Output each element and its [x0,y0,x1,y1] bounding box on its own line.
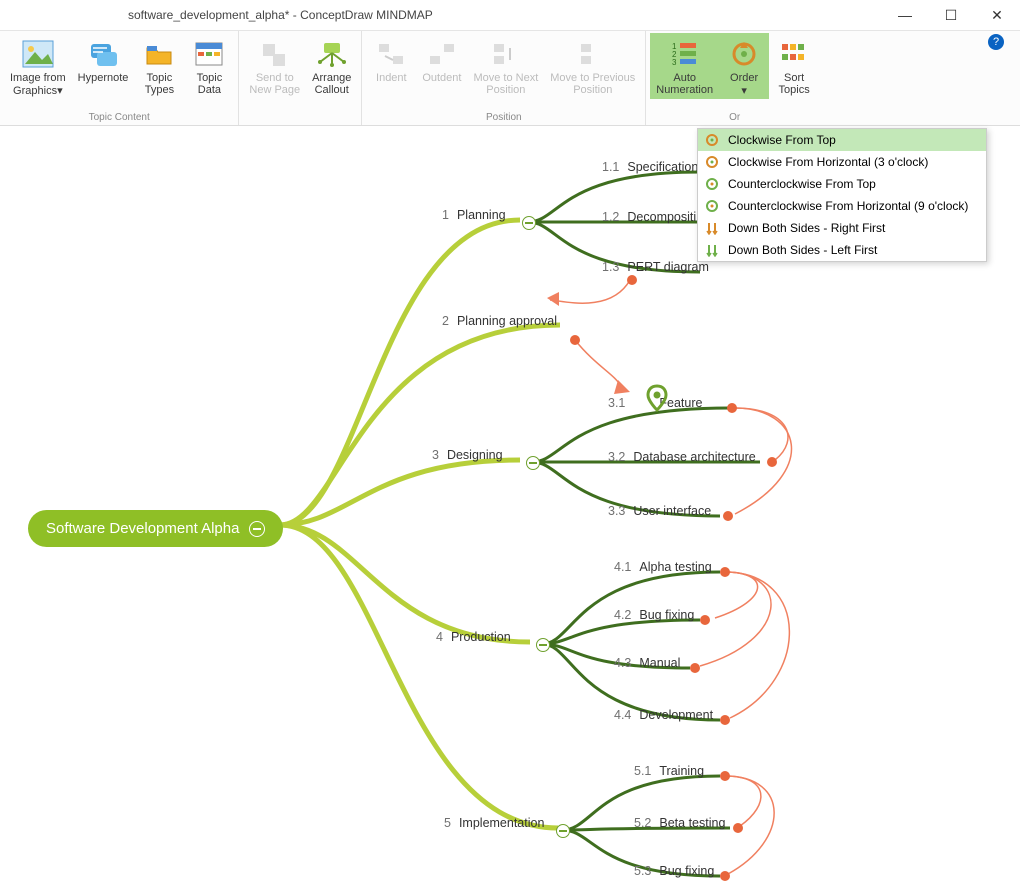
window-title: software_development_alpha* - ConceptDra… [128,8,433,22]
menu-item-down-right[interactable]: Down Both Sides - Right First [698,217,986,239]
move-next-icon [489,37,523,71]
order-option-icon [702,198,722,214]
menu-item-cw-horiz[interactable]: Clockwise From Horizontal (3 o'clock) [698,151,986,173]
order-option-icon [702,176,722,192]
topic-leaf[interactable]: 4.3Manual [614,656,680,670]
topic-planning[interactable]: 1Planning [442,208,506,222]
topic-leaf[interactable]: 5.1Training [634,764,704,778]
topic-designing[interactable]: 3Designing [432,448,503,462]
topic-implementation[interactable]: 5Implementation [444,816,544,830]
topic-production[interactable]: 4Production [436,630,511,644]
svg-text:3: 3 [672,58,677,67]
minimize-button[interactable]: — [882,0,928,30]
collapse-icon[interactable] [556,824,570,838]
topic-leaf[interactable]: 4.1Alpha testing [614,560,712,574]
topic-leaf[interactable]: 1.2Decompositi [602,210,696,224]
topic-leaf[interactable]: 1.3PERT diagram [602,260,709,274]
group-label-order: Or [729,112,740,125]
collapse-icon[interactable] [522,216,536,230]
folder-icon [142,37,176,71]
topic-leaf[interactable]: 1.1Specification [602,160,698,174]
sort-topics-button[interactable]: Sort Topics [769,33,819,99]
topic-data-icon [192,37,226,71]
auto-numeration-button[interactable]: 123Auto Numeration [650,33,719,99]
order-option-icon [702,242,722,258]
order-dropdown-menu: Clockwise From Top Clockwise From Horizo… [697,128,987,262]
hypernote-icon [86,37,120,71]
sort-icon [777,37,811,71]
order-option-icon [702,154,722,170]
menu-item-cw-top[interactable]: Clockwise From Top [698,129,986,151]
topic-data-button[interactable]: Topic Data [184,33,234,99]
collapse-icon[interactable] [249,521,265,537]
auto-numeration-icon: 123 [668,37,702,71]
topic-leaf[interactable]: 4.4Development [614,708,713,722]
topic-leaf[interactable]: 5.2Beta testing [634,816,725,830]
image-from-graphics-button[interactable]: Image from Graphics▾ [4,33,72,99]
help-icon[interactable]: ? [988,34,1004,50]
hypernote-button[interactable]: Hypernote [72,33,135,99]
outdent-icon [425,37,459,71]
topic-leaf[interactable]: 4.2Bug fixing [614,608,694,622]
collapse-icon[interactable] [536,638,550,652]
order-option-icon [702,220,722,236]
outdent-button: Outdent [416,33,467,98]
topic-types-button[interactable]: Topic Types [134,33,184,99]
group-label-topic-content: Topic Content [89,112,150,125]
close-button[interactable]: ✕ [974,0,1020,30]
maximize-button[interactable]: ☐ [928,0,974,30]
image-icon [21,37,55,71]
order-option-icon [702,132,722,148]
arrange-callout-icon [315,37,349,71]
menu-item-ccw-horiz[interactable]: Counterclockwise From Horizontal (9 o'cl… [698,195,986,217]
group-label-position: Position [486,112,522,125]
menu-item-down-left[interactable]: Down Both Sides - Left First [698,239,986,261]
pin-icon [645,384,669,412]
send-page-icon [258,37,292,71]
move-prev-icon [576,37,610,71]
arrange-callout-button[interactable]: Arrange Callout [306,33,357,98]
move-next-button: Move to Next Position [467,33,544,98]
send-to-new-page-button: Send to New Page [243,33,306,98]
collapse-icon[interactable] [526,456,540,470]
topic-leaf[interactable]: 3.3User interface [608,504,711,518]
topic-planning-approval[interactable]: 2Planning approval [442,314,557,328]
menu-item-ccw-top[interactable]: Counterclockwise From Top [698,173,986,195]
indent-icon [374,37,408,71]
indent-button: Indent [366,33,416,98]
topic-leaf[interactable]: 3.2Database architecture [608,450,756,464]
ribbon: Image from Graphics▾ Hypernote Topic Typ… [0,30,1020,126]
root-topic[interactable]: Software Development Alpha [28,510,283,547]
move-prev-button: Move to Previous Position [544,33,641,98]
topic-leaf[interactable]: 5.3Bug fixing [634,864,714,878]
order-button[interactable]: Order ▾ [719,33,769,99]
order-icon [727,37,761,71]
